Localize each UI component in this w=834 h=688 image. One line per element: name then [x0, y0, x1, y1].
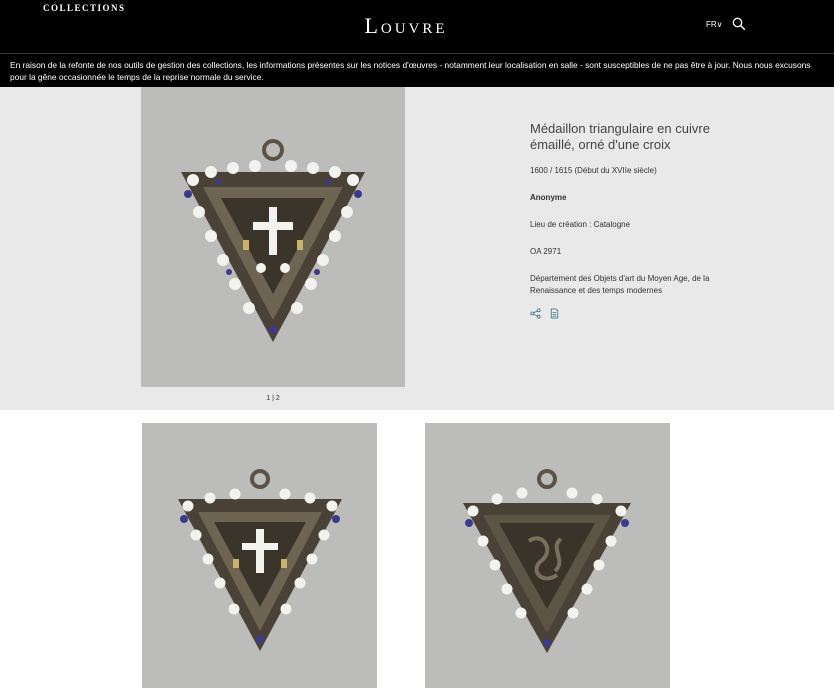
- artwork-info: Médaillon triangulaire en cuivre émaillé…: [530, 121, 730, 319]
- site-header: COLLECTIONS Louvre FR∨: [0, 0, 834, 53]
- image-pager[interactable]: 1 | 2: [141, 395, 405, 402]
- language-label: FR: [706, 20, 717, 29]
- artwork-date: 1600 / 1615 (Début du XVIIe siècle): [530, 166, 657, 175]
- notice-banner: En raison de la refonte de nos outils de…: [0, 53, 834, 87]
- language-selector[interactable]: FR∨: [706, 20, 723, 29]
- artwork-hero: 1 | 2 Médaillon triangulaire en cuivre é…: [0, 87, 834, 410]
- artwork-title: Médaillon triangulaire en cuivre émaillé…: [530, 121, 710, 152]
- louvre-logo[interactable]: Louvre: [0, 13, 812, 39]
- artwork-inventory: OA 2971: [530, 247, 562, 256]
- search-icon[interactable]: [732, 17, 746, 31]
- artwork-actions: [530, 308, 730, 319]
- thumbnail-back[interactable]: [425, 423, 670, 688]
- notice-text: En raison de la refonte de nos outils de…: [10, 60, 811, 82]
- artwork-place: Lieu de création : Catalogne: [530, 220, 631, 229]
- artwork-department[interactable]: Département des Objets d'art du Moyen Ag…: [530, 273, 730, 297]
- artwork-main-image[interactable]: [141, 87, 405, 387]
- share-icon[interactable]: [530, 308, 541, 319]
- medallion-front-thumbnail: [178, 469, 342, 651]
- collections-label[interactable]: COLLECTIONS: [43, 3, 126, 13]
- medallion-front-image: [181, 139, 365, 342]
- chevron-down-icon: ∨: [716, 20, 723, 29]
- document-icon[interactable]: [549, 308, 560, 319]
- thumbnail-front[interactable]: [142, 423, 377, 688]
- artwork-artist[interactable]: Anonyme: [530, 192, 730, 204]
- medallion-back-thumbnail: [463, 469, 631, 653]
